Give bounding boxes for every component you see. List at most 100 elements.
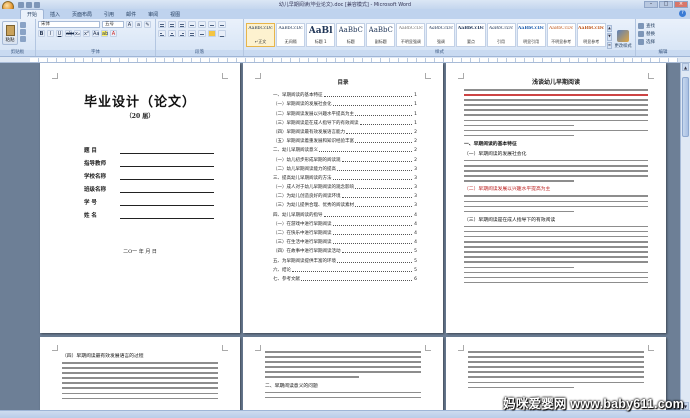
toc-row[interactable]: 二、幼儿早期阅读意义 2: [273, 144, 417, 153]
cover-field: 指导教师: [84, 154, 214, 167]
select-button[interactable]: 选择: [638, 39, 688, 45]
toc-entry-text: 四、幼儿早期阅读的指导: [273, 212, 323, 218]
toc-row[interactable]: （一）成人对于幼儿早期阅读的观念影响 3: [273, 181, 417, 190]
cover-title: 毕业设计（论文）: [83, 95, 196, 110]
toc-row[interactable]: （四）早期阅读最有效发展语言能力 2: [273, 126, 417, 135]
toc-row[interactable]: （三）在生活中进行早期阅读 4: [273, 236, 417, 245]
styles-down-icon[interactable]: ▼: [606, 33, 613, 41]
shrink-font-icon[interactable]: a: [135, 21, 142, 28]
borders-icon[interactable]: [218, 30, 226, 37]
help-icon[interactable]: ?: [679, 10, 686, 17]
toc-leader: [332, 234, 412, 235]
maximize-button[interactable]: □: [659, 1, 673, 8]
justify-icon[interactable]: [188, 30, 196, 37]
multilevel-list-icon[interactable]: [178, 21, 186, 28]
tab-insert[interactable]: 插入: [44, 10, 66, 19]
copy-icon[interactable]: [20, 29, 26, 35]
minimize-button[interactable]: –: [644, 1, 658, 8]
style-subtitle[interactable]: AaBbC 副标题: [366, 23, 396, 47]
toc-row[interactable]: （一）在游戏中进行早期阅读 4: [273, 218, 417, 227]
toc-row[interactable]: 四、幼儿早期阅读的指导 4: [273, 208, 417, 218]
toc-row[interactable]: （一）幼儿初步形成早期的阅读观 2: [273, 153, 417, 163]
style-emphasis[interactable]: AaBbCcDc 强调: [426, 23, 456, 47]
scroll-up-icon[interactable]: ▲: [682, 63, 689, 71]
style-subtle-reference[interactable]: AaBbCcDc 不明显参考: [546, 23, 576, 47]
highlight-icon[interactable]: ab: [101, 30, 108, 37]
page-toc[interactable]: 目录 一、早期阅读的基本特征 1 （一）早期阅读的发展社会化 1 （二）早期阅读发展以兴…: [243, 63, 443, 333]
font-size-select[interactable]: 五号: [102, 21, 124, 28]
strikethrough-icon[interactable]: abc: [65, 30, 75, 37]
numbering-icon[interactable]: [168, 21, 176, 28]
show-marks-icon[interactable]: [218, 21, 226, 28]
find-button[interactable]: 查找: [638, 23, 688, 29]
format-painter-icon[interactable]: [20, 36, 26, 42]
toc-row[interactable]: 一、早期阅读的基本特征 1: [273, 89, 417, 98]
font-name-select[interactable]: 宋体: [38, 21, 100, 28]
toc-row[interactable]: 六、结论 5: [273, 264, 417, 273]
align-left-icon[interactable]: [158, 30, 166, 37]
cut-icon[interactable]: [20, 22, 26, 28]
styles-up-icon[interactable]: ▲: [606, 25, 613, 33]
style-strong[interactable]: AaBbCcDc 要点: [456, 23, 486, 47]
shading-icon[interactable]: [208, 30, 216, 37]
align-right-icon[interactable]: [178, 30, 186, 37]
toc-row[interactable]: （三）为幼儿提供合理、优秀的阅读素材 3: [273, 199, 417, 208]
replace-button[interactable]: 替换: [638, 31, 688, 37]
toc-row[interactable]: （二）幼儿早期阅读能力的提高 3: [273, 163, 417, 172]
toc-row[interactable]: （二）在快乐中进行早期阅读 4: [273, 227, 417, 236]
close-button[interactable]: ×: [674, 1, 688, 8]
toc-row[interactable]: （五）早期阅读着重发展和知识经验丰富 2: [273, 135, 417, 144]
toc-row[interactable]: （二）早期阅读发展以兴趣水平提高为主 1: [273, 107, 417, 117]
tab-home[interactable]: 开始: [20, 9, 45, 19]
underline-icon[interactable]: U: [56, 30, 63, 37]
bullets-icon[interactable]: [158, 21, 166, 28]
toc-row[interactable]: （三）早期阅读是在成人指导下的有效阅读 1: [273, 117, 417, 126]
align-center-icon[interactable]: [168, 30, 176, 37]
style-quote[interactable]: AaBbCcDc 引用: [486, 23, 516, 47]
increase-indent-icon[interactable]: [198, 21, 206, 28]
paste-button[interactable]: 粘贴: [2, 21, 18, 45]
style-no-spacing[interactable]: AaBbCcDc 无间隔: [276, 23, 306, 47]
vertical-scrollbar[interactable]: ▲ ▼: [680, 63, 690, 410]
font-group-label: 字体: [36, 50, 155, 56]
page-article[interactable]: 浅谈幼儿早期阅读 一、早期阅读的基本特征 （一）早期阅读的发展社会化 （二）早期…: [446, 63, 666, 333]
tab-references[interactable]: 引用: [98, 10, 120, 19]
toc-page-number: 3: [414, 175, 417, 181]
change-case-icon[interactable]: Aa: [92, 30, 99, 37]
style-title[interactable]: AaBbC 标题: [336, 23, 366, 47]
tab-view[interactable]: 视图: [164, 10, 186, 19]
change-styles-button[interactable]: 更改样式: [613, 25, 633, 49]
styles-more-icon[interactable]: ≡: [606, 41, 613, 49]
scroll-thumb[interactable]: [682, 77, 689, 137]
superscript-icon[interactable]: x²: [83, 30, 90, 37]
style-subtle-emphasis[interactable]: AaBbCcDc 不明显强调: [396, 23, 426, 47]
style-heading-1[interactable]: AaBl 标题 1: [306, 23, 336, 47]
style-intense-reference[interactable]: AaBbCcDc 明显参考: [576, 23, 606, 47]
decrease-indent-icon[interactable]: [188, 21, 196, 28]
cover-year: （20 届）: [125, 113, 155, 120]
toc-row[interactable]: （二）为幼儿创造良好的阅读环境 3: [273, 190, 417, 199]
page-5[interactable]: 二、早期阅读意义的问题: [243, 337, 443, 410]
toc-row[interactable]: 七、参考文献 6: [273, 273, 417, 282]
italic-icon[interactable]: I: [47, 30, 54, 37]
toc-row[interactable]: （一）早期阅读的发展社会化 1: [273, 98, 417, 107]
font-color-icon[interactable]: A: [110, 30, 117, 37]
toc-row[interactable]: 三、提高幼儿早期阅读的方法 3: [273, 172, 417, 181]
tab-review[interactable]: 审阅: [142, 10, 164, 19]
page-cover[interactable]: 毕业设计（论文） （20 届） 题 目 指导教师 学校名称 班级名称 学 号 姓…: [40, 63, 240, 333]
toc-row[interactable]: 五、为早期阅读提供丰富的环境 5: [273, 254, 417, 264]
line-spacing-icon[interactable]: [198, 30, 206, 37]
sort-icon[interactable]: [208, 21, 216, 28]
document-workspace[interactable]: 毕业设计（论文） （20 届） 题 目 指导教师 学校名称 班级名称 学 号 姓…: [0, 63, 680, 410]
grow-font-icon[interactable]: A: [126, 21, 133, 28]
toc-title: 目录: [337, 80, 349, 86]
clear-format-icon[interactable]: ✎: [144, 21, 151, 28]
tab-mailings[interactable]: 邮件: [120, 10, 142, 19]
style-normal[interactable]: AaBbCcDc ↵正文: [246, 23, 276, 47]
style-intense-quote[interactable]: AaBbCcDc 明显引用: [516, 23, 546, 47]
tab-page-layout[interactable]: 页面布局: [66, 10, 98, 19]
toc-row[interactable]: （四）在故事中进行早期阅读活动 5: [273, 245, 417, 254]
bold-icon[interactable]: B: [38, 30, 45, 37]
page-4[interactable]: （四）早期阅读最有效发展语言的过程: [40, 337, 240, 410]
subscript-icon[interactable]: x₂: [74, 30, 81, 37]
